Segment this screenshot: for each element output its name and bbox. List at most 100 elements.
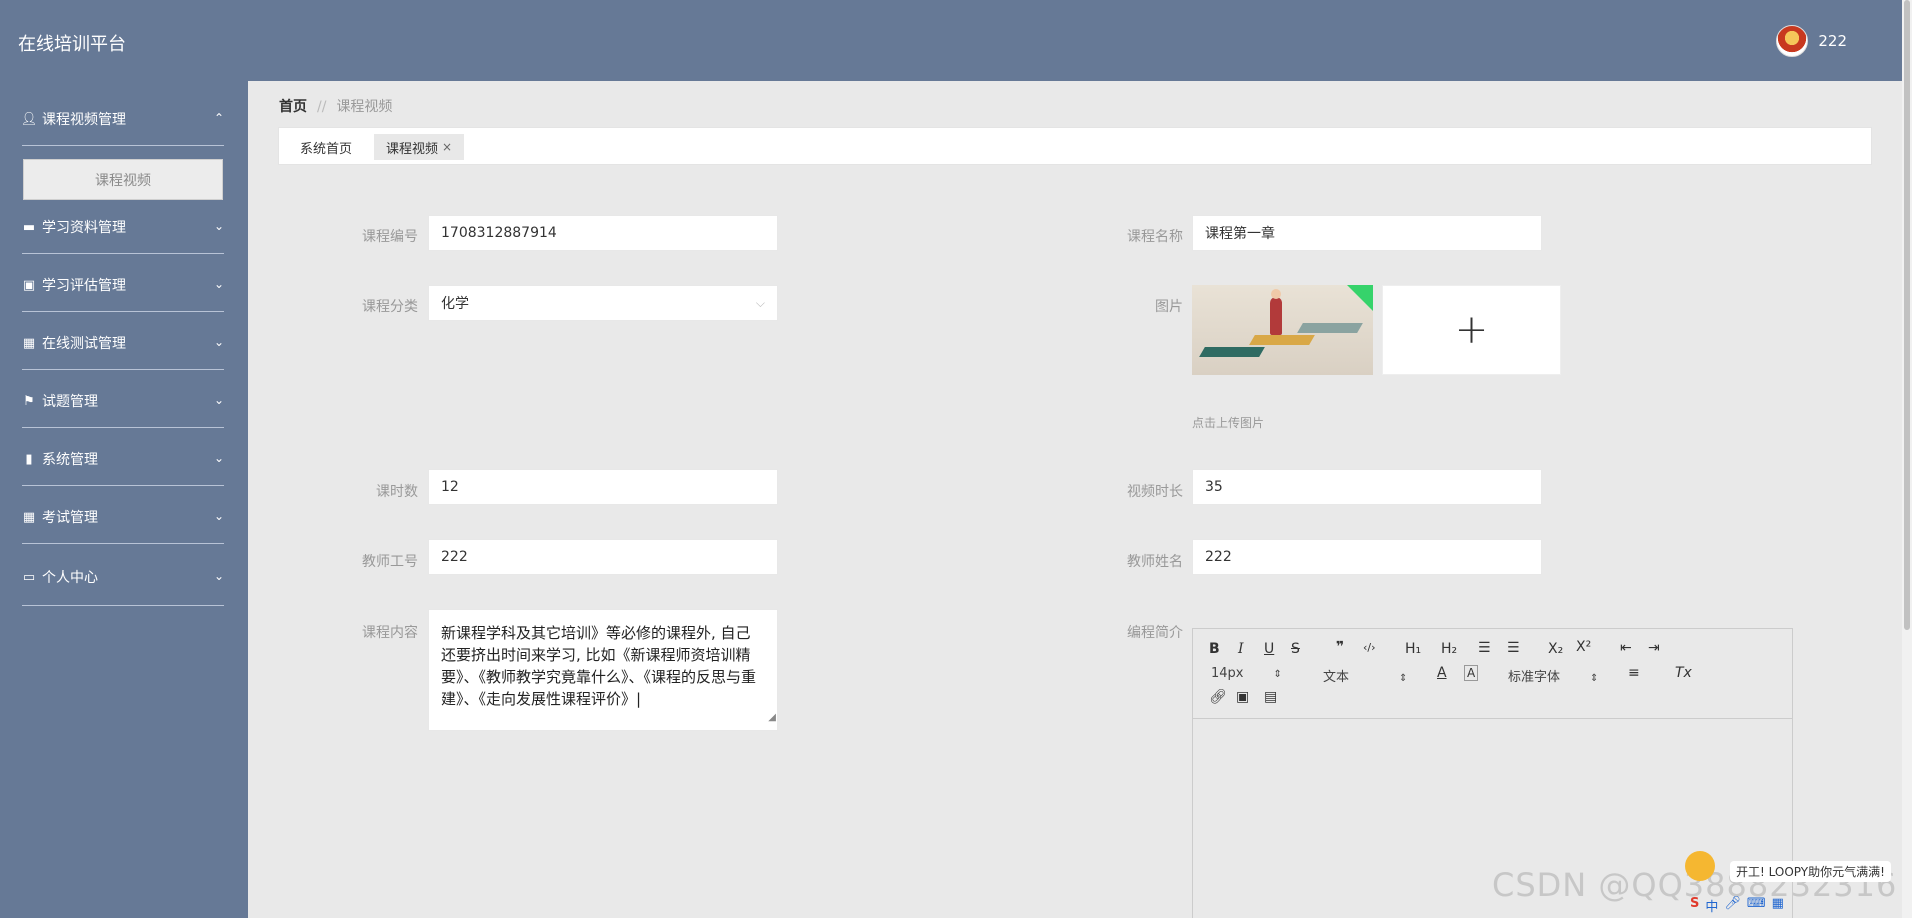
hours-input[interactable]: 12 xyxy=(428,469,778,505)
header-type-select[interactable]: 文本 ⇕ xyxy=(1323,666,1407,685)
content-label: 课程内容 xyxy=(362,625,418,641)
success-corner-icon xyxy=(1347,285,1373,311)
breadcrumb-home[interactable]: 首页 xyxy=(279,99,307,115)
teacher-name-input[interactable]: 222 xyxy=(1192,539,1542,575)
grid-icon: ▦ xyxy=(22,509,36,525)
bold-icon[interactable]: B xyxy=(1209,641,1220,657)
chevron-down-icon: ⌄ xyxy=(213,569,224,583)
strike-icon[interactable]: S xyxy=(1291,641,1300,657)
chevron-down-icon: ⌄ xyxy=(213,335,224,349)
user-menu[interactable]: 222 xyxy=(1776,25,1847,57)
duration-input[interactable]: 35 xyxy=(1192,469,1542,505)
video-icon[interactable]: ▤ xyxy=(1264,689,1277,705)
course-name-label: 课程名称 xyxy=(1127,229,1183,245)
superscript-icon[interactable]: X² xyxy=(1576,639,1591,655)
sidebar-subitem-course-video[interactable]: 课程视频 xyxy=(23,159,223,200)
teacher-name-label: 教师姓名 xyxy=(1127,554,1183,570)
editor-toolbar: B I U S ❞ ‹/› H₁ H₂ ☰ ☰ X₂ X² ⇤ ⇥ 14px ⇕ … xyxy=(1193,629,1792,719)
outdent-icon[interactable]: ⇤ xyxy=(1620,640,1632,656)
sidebar-item-label: 在线测试管理 xyxy=(42,336,126,352)
teacher-no-input[interactable]: 222 xyxy=(428,539,778,575)
sidebar-item-study-evaluation[interactable]: ▣ 学习评估管理 ⌄ xyxy=(20,265,228,305)
code-icon[interactable]: ‹/› xyxy=(1363,641,1376,654)
font-size-select[interactable]: 14px ⇕ xyxy=(1211,666,1282,681)
heading2-icon[interactable]: H₂ xyxy=(1441,641,1457,657)
course-no-input[interactable]: 1708312887914 xyxy=(428,215,778,251)
sidebar-item-profile[interactable]: ▭ 个人中心 ⌄ xyxy=(20,557,228,597)
ime-toolbar[interactable]: S 中 🎤︎ ⌨ ▦ xyxy=(1690,896,1784,915)
divider xyxy=(22,427,224,428)
ordered-list-icon[interactable]: ☰ xyxy=(1478,640,1491,656)
teacher-no-label: 教师工号 xyxy=(362,554,418,570)
tab-home[interactable]: 系统首页 xyxy=(288,134,364,160)
category-select[interactable]: 化学 ⌵ xyxy=(428,285,778,321)
updown-icon: ⇕ xyxy=(1399,673,1408,684)
italic-icon[interactable]: I xyxy=(1238,641,1244,657)
tabs-bar: 系统首页 课程视频 × xyxy=(278,127,1872,165)
background-color-icon[interactable]: A xyxy=(1464,665,1479,681)
clear-format-icon[interactable]: Tx xyxy=(1675,665,1692,681)
sidebar-item-system[interactable]: ▮ 系统管理 ⌄ xyxy=(20,439,228,479)
sidebar-item-exam[interactable]: ▦ 考试管理 ⌄ xyxy=(20,497,228,537)
image-decoration xyxy=(1199,347,1265,357)
link-icon[interactable]: 🔗︎ xyxy=(1209,689,1227,705)
bullet-list-icon[interactable]: ☰ xyxy=(1507,640,1520,656)
underline-icon[interactable]: U xyxy=(1264,641,1274,657)
breadcrumb-separator: // xyxy=(317,99,327,115)
hours-label: 课时数 xyxy=(376,484,418,500)
mic-icon[interactable]: 🎤︎ xyxy=(1724,896,1741,915)
loopy-tooltip: 开工! LOOPY助你元气满满! xyxy=(1730,861,1891,882)
font-color-icon[interactable]: A xyxy=(1437,665,1447,681)
grid-icon[interactable]: ▦ xyxy=(1772,896,1784,915)
heading1-icon[interactable]: H₁ xyxy=(1405,641,1421,657)
sidebar: 👤︎ 课程视频管理 ⌃ 课程视频 ▬ 学习资料管理 ⌄ ▣ 学习评估管理 ⌄ ▦… xyxy=(0,81,248,918)
quote-icon[interactable]: ❞ xyxy=(1336,639,1344,655)
sidebar-item-label: 考试管理 xyxy=(42,510,98,526)
image-icon[interactable]: ▣ xyxy=(1236,689,1249,705)
divider xyxy=(22,543,224,544)
sidebar-item-questions[interactable]: ⚑ 试题管理 ⌄ xyxy=(20,381,228,421)
clipboard-icon: ▣ xyxy=(22,277,36,293)
sidebar-item-online-test[interactable]: ▦ 在线测试管理 ⌄ xyxy=(20,323,228,363)
top-header: 在线培训平台 222 xyxy=(0,0,1902,81)
align-icon[interactable]: ≡ xyxy=(1628,665,1640,681)
content-textarea[interactable]: 新课程学科及其它培训》等必修的课程外, 自己还要挤出时间来学习, 比如《新课程师… xyxy=(428,609,778,731)
sidebar-item-label: 课程视频管理 xyxy=(42,112,126,128)
ime-mode[interactable]: 中 xyxy=(1705,896,1718,915)
resize-grip-icon[interactable]: ◢ xyxy=(768,707,776,729)
font-family-select[interactable]: 标准字体 ⇕ xyxy=(1508,666,1598,685)
user-icon: 👤︎ xyxy=(20,111,38,127)
image-upload-button[interactable]: + xyxy=(1382,285,1561,375)
plus-icon: + xyxy=(1454,307,1489,353)
sogou-icon[interactable]: S xyxy=(1690,896,1699,915)
category-value: 化学 xyxy=(441,296,469,312)
indent-icon[interactable]: ⇥ xyxy=(1648,640,1660,656)
course-no-label: 课程编号 xyxy=(362,229,418,245)
close-icon[interactable]: × xyxy=(442,140,452,154)
subscript-icon[interactable]: X₂ xyxy=(1548,641,1563,657)
breadcrumb-current: 课程视频 xyxy=(336,99,393,115)
divider xyxy=(22,145,224,146)
sidebar-item-study-materials[interactable]: ▬ 学习资料管理 ⌄ xyxy=(20,207,228,247)
user-name[interactable]: 222 xyxy=(1818,32,1847,50)
divider xyxy=(22,311,224,312)
sun-mascot-icon xyxy=(1685,851,1715,881)
bar-chart-icon: ▮ xyxy=(25,451,33,467)
keyboard-icon[interactable]: ⌨ xyxy=(1747,896,1766,915)
sidebar-item-course-video[interactable]: 👤︎ 课程视频管理 ⌃ xyxy=(20,99,228,139)
tab-label: 课程视频 xyxy=(386,141,439,157)
scrollbar-thumb[interactable] xyxy=(1904,0,1910,630)
tab-course-video[interactable]: 课程视频 × xyxy=(374,134,465,160)
flag-icon: ⚑ xyxy=(23,393,35,409)
chevron-down-icon: ⌄ xyxy=(213,451,224,465)
sidebar-item-label: 学习资料管理 xyxy=(42,220,126,236)
font-family-value: 标准字体 xyxy=(1508,670,1561,685)
font-size-value: 14px xyxy=(1211,666,1244,681)
course-image-thumbnail[interactable] xyxy=(1192,285,1373,375)
course-name-input[interactable]: 课程第一章 xyxy=(1192,215,1542,251)
image-label: 图片 xyxy=(1155,299,1183,315)
sidebar-item-label: 系统管理 xyxy=(42,452,98,468)
app-title: 在线培训平台 xyxy=(18,34,126,55)
avatar[interactable] xyxy=(1776,25,1809,57)
breadcrumb: 首页 // 课程视频 xyxy=(279,96,392,116)
